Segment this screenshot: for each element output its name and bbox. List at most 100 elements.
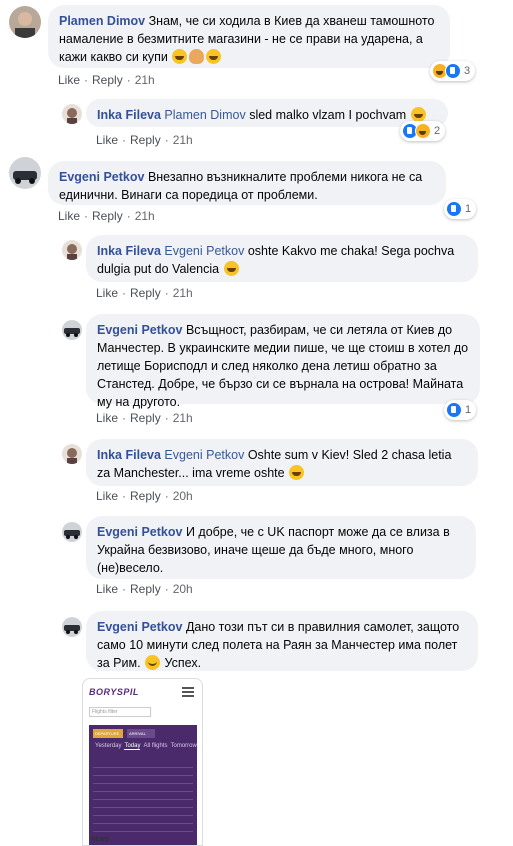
comment-mention[interactable]: Evgeni Petkov: [164, 244, 244, 258]
timestamp[interactable]: 21h: [135, 209, 155, 223]
like-icon: [446, 402, 462, 418]
flight-row: [93, 771, 193, 776]
avatar-photo: [62, 444, 82, 464]
reply-link[interactable]: Reply: [130, 489, 161, 503]
laughing-emoji: [410, 107, 426, 122]
comment-text: sled malko vlzam I pochvam: [249, 108, 407, 122]
comment-author[interactable]: Inka Fileva: [97, 244, 161, 258]
laughing-emoji: [289, 465, 305, 480]
timestamp[interactable]: 21h: [135, 73, 155, 87]
comment-bubble: Inka Fileva Evgeni Petkov oshte Kakvo me…: [86, 235, 478, 282]
comment-actions: Like · Reply · 20h: [96, 582, 193, 596]
comment-mention[interactable]: Evgeni Petkov: [164, 448, 244, 462]
comment-bubble: Evgeni Petkov И добре, че с UK паспорт м…: [86, 516, 476, 579]
comment-author[interactable]: Evgeni Petkov: [59, 170, 144, 184]
timestamp[interactable]: 20h: [173, 489, 193, 503]
flights-search: Flights filter: [89, 707, 151, 717]
reaction-summary[interactable]: 1: [444, 400, 477, 420]
reaction-count: 3: [464, 65, 471, 77]
like-icon: [445, 63, 461, 79]
timestamp[interactable]: 21h: [173, 133, 193, 147]
like-link[interactable]: Like: [96, 411, 118, 425]
news-label: NEWS: [91, 837, 109, 843]
flight-row: [93, 795, 193, 800]
avatar-plamen[interactable]: [9, 6, 41, 38]
tab-yesterday: Yesterday: [95, 743, 122, 749]
comment-mention[interactable]: Plamen Dimov: [164, 108, 245, 122]
person-icon: [189, 49, 205, 64]
attachment-image[interactable]: BORYSPIL Flights filter DEPARTURE ARRIVA…: [82, 678, 203, 846]
flight-row: [93, 811, 193, 816]
laughing-emoji: [223, 261, 239, 276]
reaction-summary[interactable]: 3: [430, 61, 476, 81]
reply-link[interactable]: Reply: [130, 133, 161, 147]
reaction-summary[interactable]: 1: [444, 199, 477, 219]
laughing-emoji: [172, 49, 188, 64]
avatar-photo: [62, 617, 82, 637]
reaction-count: 1: [465, 203, 472, 215]
avatar-evgeni[interactable]: [9, 157, 41, 189]
like-link[interactable]: Like: [96, 133, 118, 147]
departures-tab: DEPARTURE: [93, 729, 123, 738]
menu-icon: [182, 687, 194, 697]
timestamp[interactable]: 20h: [173, 582, 193, 596]
comment-author[interactable]: Inka Fileva: [97, 108, 161, 122]
arrivals-tab: ARRIVAL: [127, 729, 155, 738]
reaction-summary[interactable]: 2: [400, 121, 446, 141]
avatar-photo: [62, 240, 82, 260]
boryspil-logo: BORYSPIL: [89, 687, 139, 697]
flight-board: DEPARTURE ARRIVAL Yesterday Today All flig…: [89, 725, 197, 845]
comment-bubble: Evgeni Petkov Дано този път си в правилн…: [86, 611, 478, 671]
timestamp[interactable]: 21h: [173, 286, 193, 300]
comment-actions: Like · Reply · 21h: [58, 73, 155, 87]
avatar-inka[interactable]: [62, 240, 82, 260]
comment-bubble: Plamen Dimov Знам, че си ходила в Киев д…: [48, 5, 450, 68]
like-link[interactable]: Like: [96, 582, 118, 596]
like-link[interactable]: Like: [58, 209, 80, 223]
comment-author[interactable]: Inka Fileva: [97, 448, 161, 462]
comment-author[interactable]: Evgeni Petkov: [97, 525, 182, 539]
flight-row: [93, 763, 193, 768]
like-link[interactable]: Like: [58, 73, 80, 87]
comment-actions: Like · Reply · 21h: [96, 411, 193, 425]
grinning-emoji: [206, 49, 222, 64]
comment-bubble: Inka Fileva Evgeni Petkov Oshte sum v Ki…: [86, 439, 478, 486]
flight-row: [93, 787, 193, 792]
comment-text-end: Успех.: [164, 656, 202, 670]
tab-tomorrow: Tomorrow: [170, 743, 197, 749]
avatar-inka[interactable]: [62, 104, 82, 124]
flight-row: [93, 779, 193, 784]
reaction-count: 2: [434, 125, 441, 137]
reply-link[interactable]: Reply: [130, 286, 161, 300]
reply-link[interactable]: Reply: [130, 582, 161, 596]
avatar-photo: [9, 157, 41, 189]
haha-icon: [415, 123, 431, 139]
reply-link[interactable]: Reply: [130, 411, 161, 425]
comment-author[interactable]: Evgeni Petkov: [97, 323, 182, 337]
avatar-inka[interactable]: [62, 444, 82, 464]
reaction-count: 1: [465, 404, 472, 416]
avatar-photo: [62, 522, 82, 542]
avatar-photo: [62, 320, 82, 340]
flight-row: [93, 803, 193, 808]
comment-author[interactable]: Evgeni Petkov: [97, 620, 182, 634]
tab-today: Today: [124, 743, 141, 750]
comment-bubble: Evgeni Petkov Всъщност, разбирам, че си …: [86, 314, 480, 409]
reply-link[interactable]: Reply: [92, 73, 123, 87]
timestamp[interactable]: 21h: [173, 411, 193, 425]
flight-row: [93, 819, 193, 824]
like-link[interactable]: Like: [96, 489, 118, 503]
comment-actions: Like · Reply · 21h: [96, 286, 193, 300]
avatar-evgeni[interactable]: [62, 522, 82, 542]
like-link[interactable]: Like: [96, 286, 118, 300]
avatar-photo: [62, 104, 82, 124]
comment-actions: Like · Reply · 20h: [96, 489, 193, 503]
avatar-evgeni[interactable]: [62, 617, 82, 637]
comment-actions: Like · Reply · 21h: [96, 133, 193, 147]
comment-bubble: Inka Fileva Plamen Dimov sled malko vlza…: [86, 99, 448, 127]
comment-author[interactable]: Plamen Dimov: [59, 14, 145, 28]
avatar-evgeni[interactable]: [62, 320, 82, 340]
reply-link[interactable]: Reply: [92, 209, 123, 223]
comment-bubble: Evgeni Petkov Внезапно възникналите проб…: [48, 161, 446, 205]
like-icon: [446, 201, 462, 217]
